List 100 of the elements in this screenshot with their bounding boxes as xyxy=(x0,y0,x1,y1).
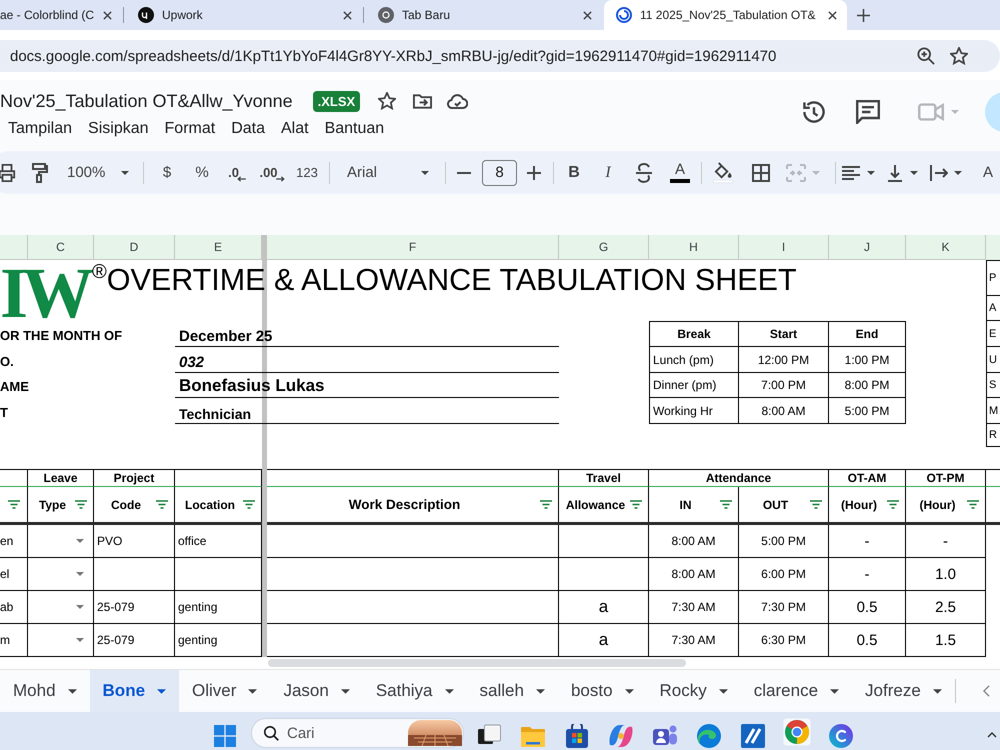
menu-item[interactable]: Data xyxy=(231,119,265,139)
filter-icon[interactable] xyxy=(8,500,20,509)
column-header[interactable]: F xyxy=(267,235,559,260)
browser-tab[interactable]: Tab Baru xyxy=(366,0,602,30)
zoom-dropdown[interactable]: 100% xyxy=(59,158,137,186)
history-icon[interactable] xyxy=(802,100,826,124)
table-cell: - xyxy=(906,525,986,558)
folder-arrow-icon[interactable] xyxy=(413,94,432,108)
dropdown-cell[interactable] xyxy=(28,525,94,558)
text-color-button[interactable]: A xyxy=(663,158,697,186)
strikethrough-icon[interactable] xyxy=(635,162,653,182)
filter-icon[interactable] xyxy=(810,500,822,509)
close-icon[interactable] xyxy=(828,10,837,20)
people-icon[interactable] xyxy=(653,724,677,748)
column-header[interactable]: D xyxy=(94,235,175,260)
font-size-field[interactable]: 8 xyxy=(482,160,517,186)
sheet-tab[interactable]: Rocky xyxy=(646,670,741,712)
number-format-button[interactable]: 123 xyxy=(290,158,324,186)
caret-icon[interactable] xyxy=(76,539,84,543)
filter-icon[interactable] xyxy=(967,500,979,509)
document-title[interactable]: Nov'25_Tabulation OT&Allw_Yvonne xyxy=(0,89,293,113)
filter-icon[interactable] xyxy=(630,500,642,509)
fill-color-icon[interactable] xyxy=(713,162,733,183)
sheet-tab[interactable]: Oliver xyxy=(179,670,270,712)
menu-item[interactable]: Bantuan xyxy=(324,119,384,139)
close-icon[interactable] xyxy=(343,10,352,20)
sheet-tab[interactable]: clarence xyxy=(740,670,852,712)
sheet-tab[interactable]: Mohd xyxy=(0,670,90,712)
column-header[interactable]: C xyxy=(28,235,94,260)
caret-icon[interactable] xyxy=(76,605,84,609)
decrease-decimal-button[interactable]: .0 xyxy=(220,158,254,186)
sheet-tab[interactable]: salleh xyxy=(466,670,558,712)
filter-icon[interactable] xyxy=(75,500,87,509)
slash-tile-icon[interactable] xyxy=(741,724,765,748)
text-rotation-button[interactable]: A xyxy=(976,158,1000,186)
menu-item[interactable]: Tampilan xyxy=(8,119,72,139)
percent-button[interactable]: % xyxy=(185,158,219,186)
text-wrap-icon xyxy=(930,164,948,182)
filter-icon[interactable] xyxy=(156,500,168,509)
column-header[interactable]: J xyxy=(829,235,906,260)
increase-decimal-button[interactable]: .00 xyxy=(255,158,289,186)
dropdown-cell[interactable] xyxy=(28,624,94,657)
browser-tab[interactable]: 11 2025_Nov'25_Tabulation OT& xyxy=(604,0,847,30)
folder-icon[interactable] xyxy=(521,724,545,748)
sheet-tab[interactable]: Bone xyxy=(90,670,180,712)
bold-button[interactable]: B xyxy=(557,158,591,186)
caret-icon xyxy=(340,688,350,694)
cloud-check-icon[interactable] xyxy=(447,93,468,109)
table-cell: R xyxy=(986,424,1000,447)
shopping-bag-icon[interactable] xyxy=(565,724,589,748)
column-header[interactable]: K xyxy=(906,235,986,260)
font-dropdown[interactable]: Arial xyxy=(337,158,439,186)
swirl-icon[interactable] xyxy=(609,724,633,748)
chevron-left-icon[interactable] xyxy=(983,685,990,697)
wave-icon[interactable] xyxy=(697,724,721,748)
borders-icon[interactable] xyxy=(752,164,770,182)
sheet-tab[interactable]: Jason xyxy=(270,670,363,712)
print-icon[interactable] xyxy=(0,164,16,182)
column-header[interactable]: H xyxy=(649,235,739,260)
paint-format-icon[interactable] xyxy=(32,162,48,182)
zoom-in-icon[interactable] xyxy=(917,47,935,65)
search-input[interactable]: Cari xyxy=(287,724,387,742)
star-icon[interactable] xyxy=(950,47,968,65)
scrollbar-thumb[interactable] xyxy=(268,659,686,667)
menu-item[interactable]: Format xyxy=(164,119,216,139)
browser-tab[interactable]: ae - Colorblind (C xyxy=(0,0,122,30)
dropdown-cell[interactable] xyxy=(28,591,94,624)
caret-icon[interactable] xyxy=(76,638,84,642)
sheet-tab[interactable]: Sathiya xyxy=(362,670,467,712)
caret-icon[interactable] xyxy=(76,572,84,576)
search-field[interactable]: Cari xyxy=(251,718,464,748)
browser-tab[interactable]: Upwork xyxy=(126,0,362,30)
italic-button[interactable]: I xyxy=(591,158,625,186)
table-cell: Lunch (pm) xyxy=(649,347,739,373)
close-icon[interactable] xyxy=(583,10,592,20)
column-header[interactable]: G xyxy=(559,235,649,260)
comment-icon[interactable] xyxy=(856,100,880,124)
filter-icon[interactable] xyxy=(540,500,552,509)
currency-button[interactable]: $ xyxy=(150,158,184,186)
sheet-tab[interactable]: Jofreze xyxy=(852,670,955,712)
plus-icon[interactable] xyxy=(527,166,541,180)
start-icon[interactable] xyxy=(214,725,236,747)
column-header: End xyxy=(829,321,906,347)
close-icon[interactable] xyxy=(103,10,112,20)
menu-item[interactable]: Alat xyxy=(280,119,309,139)
menu-item[interactable]: Sisipkan xyxy=(88,119,149,139)
dropdown-cell[interactable] xyxy=(28,558,94,591)
table-cell: 5:00 PM xyxy=(829,398,906,424)
filter-icon[interactable] xyxy=(720,500,732,509)
circle-icon[interactable] xyxy=(829,724,853,748)
minus-icon[interactable] xyxy=(457,172,471,174)
star-icon[interactable] xyxy=(378,92,396,110)
chevron-up-icon[interactable] xyxy=(987,732,997,738)
field-label: OR THE MONTH OF xyxy=(0,328,122,344)
color-ring-icon[interactable] xyxy=(783,718,811,746)
filter-icon[interactable] xyxy=(243,500,255,509)
sheet-tab[interactable]: bosto xyxy=(558,670,647,712)
column-header[interactable]: I xyxy=(739,235,829,260)
plus-icon[interactable] xyxy=(857,9,870,22)
filter-icon[interactable] xyxy=(887,500,899,509)
